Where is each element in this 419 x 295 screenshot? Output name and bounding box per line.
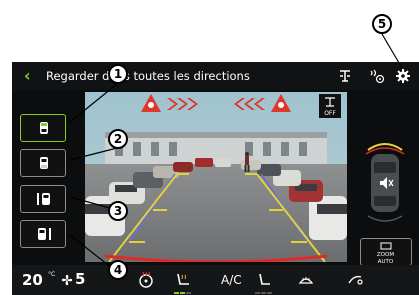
callout-4: 4 bbox=[108, 260, 128, 280]
callout-2: 2 bbox=[108, 129, 128, 149]
callout-5: 5 bbox=[372, 14, 392, 34]
callout-3: 3 bbox=[108, 201, 128, 221]
callout-1: 1 bbox=[108, 64, 128, 84]
figure: ‹ Regarder dans toutes les directions OF… bbox=[0, 0, 419, 295]
callout-leaders bbox=[69, 33, 403, 273]
